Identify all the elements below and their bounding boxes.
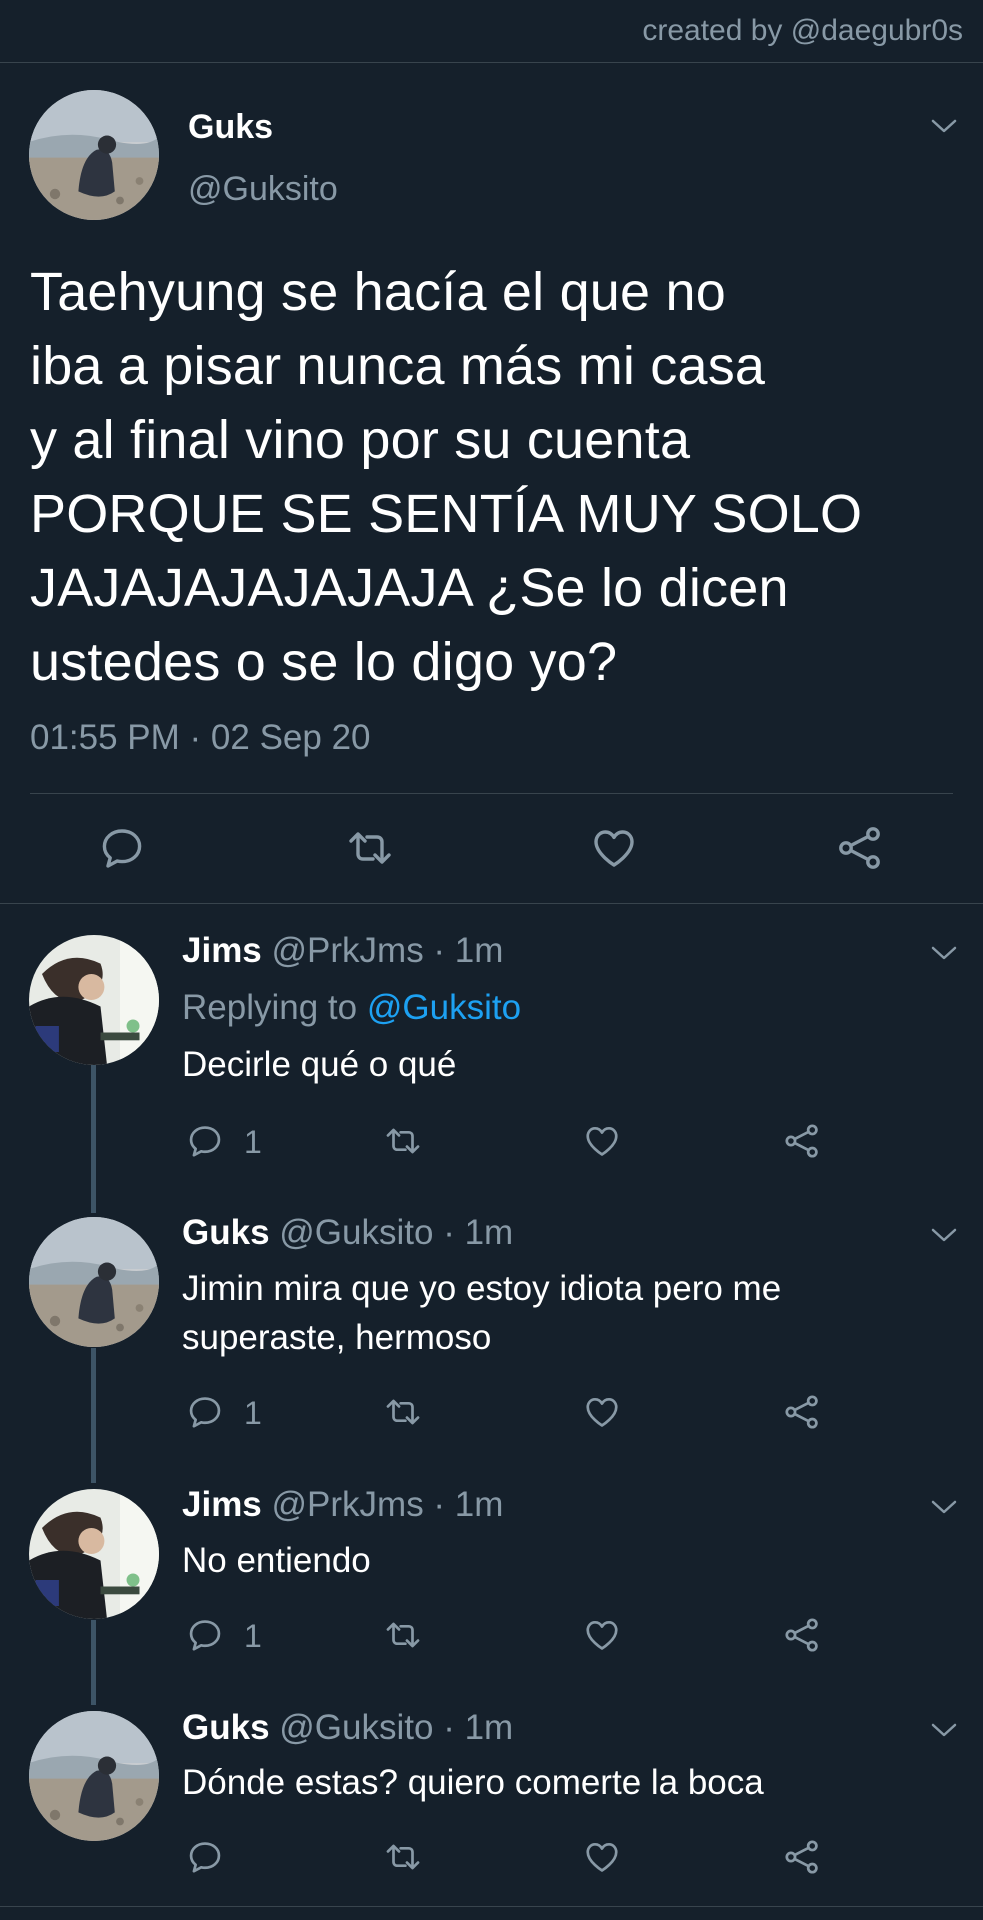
reply-handle-time: @Guksito · 1m [279, 1708, 514, 1747]
replying-to: Replying to @Guksito [182, 988, 521, 1028]
retweet-icon[interactable] [381, 1838, 425, 1876]
avatar[interactable] [29, 1217, 159, 1347]
reply-author-name[interactable]: Jims [182, 931, 262, 970]
reply-handle-time: @PrkJms · 1m [271, 931, 504, 970]
avatar[interactable] [29, 1489, 159, 1619]
author-name[interactable]: Guks [188, 108, 273, 147]
like-icon[interactable] [583, 1616, 621, 1654]
reply-author-name[interactable]: Jims [182, 1485, 262, 1524]
avatar[interactable] [29, 1711, 159, 1841]
retweet-icon[interactable] [343, 824, 397, 872]
reply-text: No entiendo [182, 1541, 371, 1580]
replying-to-link[interactable]: @Guksito [367, 988, 521, 1027]
retweet-icon[interactable] [381, 1122, 425, 1160]
reply-header: Jims @PrkJms · 1m [182, 1485, 503, 1525]
like-icon[interactable] [583, 1838, 621, 1876]
tweet-text: Taehyung se hacía el que no iba a pisar … [30, 262, 863, 692]
reply-count: 1 [244, 1395, 262, 1431]
retweet-icon[interactable] [381, 1393, 425, 1431]
share-icon[interactable] [783, 1838, 821, 1876]
reply-icon[interactable] [186, 1393, 224, 1431]
reply-author-name[interactable]: Guks [182, 1213, 270, 1252]
bottom-divider [0, 1906, 983, 1907]
reply-icon[interactable] [186, 1838, 224, 1876]
reply-text: Decirle qué o qué [182, 1045, 457, 1084]
like-icon[interactable] [583, 1393, 621, 1431]
like-icon[interactable] [583, 1122, 621, 1160]
author-handle[interactable]: @Guksito [188, 170, 338, 209]
reply-header: Guks @Guksito · 1m [182, 1708, 513, 1748]
reply-header: Jims @PrkJms · 1m [182, 931, 503, 971]
top-divider [0, 62, 983, 63]
reply-handle-time: @PrkJms · 1m [271, 1485, 504, 1524]
chevron-down-icon[interactable] [931, 1227, 957, 1243]
reply-count: 1 [244, 1618, 262, 1654]
thread-line [91, 1065, 96, 1213]
tweet-timestamp[interactable]: 01:55 PM · 02 Sep 20 [30, 718, 371, 758]
reply-author-name[interactable]: Guks [182, 1708, 270, 1747]
chevron-down-icon[interactable] [931, 118, 957, 134]
reply-text: Dónde estas? quiero comerte la boca [182, 1763, 764, 1802]
chevron-down-icon[interactable] [931, 1722, 957, 1738]
share-icon[interactable] [783, 1393, 821, 1431]
share-icon[interactable] [836, 824, 884, 872]
divider [30, 793, 953, 794]
chevron-down-icon[interactable] [931, 1499, 957, 1515]
retweet-icon[interactable] [381, 1616, 425, 1654]
avatar[interactable] [29, 935, 159, 1065]
reply-handle-time: @Guksito · 1m [279, 1213, 514, 1252]
reply-count: 1 [244, 1124, 262, 1160]
replying-label: Replying to [182, 988, 358, 1027]
share-icon[interactable] [783, 1122, 821, 1160]
reply-text: Jimin mira que yo estoy idiota pero me s… [182, 1269, 782, 1357]
chevron-down-icon[interactable] [931, 945, 957, 961]
avatar[interactable] [29, 90, 159, 220]
reply-icon[interactable] [186, 1616, 224, 1654]
reply-header: Guks @Guksito · 1m [182, 1213, 513, 1253]
reply-icon[interactable] [186, 1122, 224, 1160]
like-icon[interactable] [590, 824, 638, 872]
thread-line [91, 1348, 96, 1483]
watermark-credit: created by @daegubr0s [642, 14, 963, 47]
reply-icon[interactable] [98, 824, 146, 872]
section-divider [0, 903, 983, 904]
share-icon[interactable] [783, 1616, 821, 1654]
thread-line [91, 1620, 96, 1705]
